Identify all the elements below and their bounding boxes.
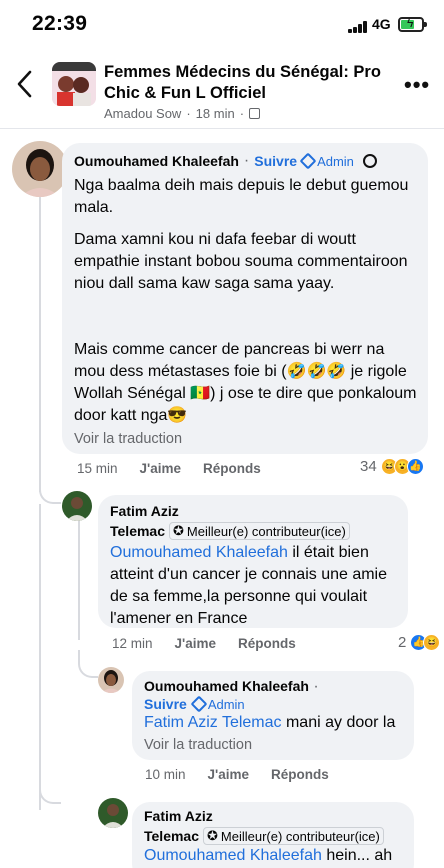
- group-avatar[interactable]: [52, 62, 96, 106]
- more-icon: •••: [404, 72, 431, 97]
- comment-bubble: Fatim Aziz Telemac ✪ Meilleur(e) contrib…: [132, 802, 414, 868]
- contributor-badge: ✪ Meilleur(e) contributeur(ice): [169, 522, 350, 540]
- reaction-summary[interactable]: 2 👍 😆: [398, 634, 441, 651]
- more-button[interactable]: •••: [404, 72, 430, 98]
- comment-author[interactable]: Fatim Aziz: [110, 503, 179, 519]
- comment-header: Oumouhamed Khaleefah ·: [144, 678, 319, 695]
- comment-bubble: Fatim Aziz Telemac ✪ Meilleur(e) contrib…: [98, 495, 408, 628]
- comment-author[interactable]: Fatim Aziz: [144, 808, 213, 824]
- reply-button[interactable]: Réponds: [238, 636, 296, 651]
- avatar[interactable]: [98, 667, 124, 693]
- comment-actions: 10 min J'aime Réponds: [145, 767, 329, 782]
- like-button[interactable]: J'aime: [175, 636, 217, 651]
- post-header: Femmes Médecins du Sénégal: Pro Chic & F…: [0, 56, 444, 128]
- comment-text: Nga baalma deih mais depuis le debut gue…: [74, 177, 409, 216]
- chevron-left-icon: [17, 70, 32, 98]
- comment-time: 12 min: [112, 636, 153, 651]
- like-button[interactable]: J'aime: [140, 461, 182, 476]
- reaction-summary[interactable]: 34 😆 😮 👍: [360, 458, 424, 475]
- follow-button[interactable]: Suivre: [254, 153, 297, 169]
- post-author[interactable]: Amadou Sow: [104, 106, 181, 121]
- back-button[interactable]: [14, 66, 36, 102]
- divider: [0, 128, 444, 129]
- badge-icon: ✪: [207, 828, 218, 843]
- thread-line: [78, 650, 98, 678]
- comment-text: Mais comme cancer de pancreas bi werr na…: [74, 341, 417, 424]
- comment-author[interactable]: Telemac: [144, 828, 199, 844]
- thread-line: [78, 520, 80, 640]
- reaction-count: 34: [360, 458, 377, 475]
- network-label: 4G: [372, 16, 391, 32]
- group-title[interactable]: Femmes Médecins du Sénégal: Pro Chic & F…: [104, 62, 384, 104]
- comment-author[interactable]: Oumouhamed Khaleefah: [144, 678, 309, 694]
- avatar[interactable]: [98, 798, 128, 828]
- comment-bubble: Oumouhamed Khaleefah · Suivre Admin Nga …: [62, 143, 428, 454]
- comment-actions: 12 min J'aime Réponds: [112, 636, 296, 651]
- thread-line: [39, 196, 41, 492]
- comment-time: 10 min: [145, 767, 186, 782]
- haha-icon: 😆: [423, 634, 441, 651]
- see-translation-link[interactable]: Voir la traduction: [74, 431, 182, 447]
- see-translation-link[interactable]: Voir la traduction: [144, 737, 252, 753]
- like-icon: 👍: [406, 458, 424, 475]
- avatar[interactable]: [62, 491, 92, 521]
- like-button[interactable]: J'aime: [208, 767, 250, 782]
- thread-line: [39, 504, 61, 810]
- comment-text: Fatim Aziz Telemac mani ay door la: [144, 714, 396, 731]
- comment-time: 15 min: [77, 461, 118, 476]
- status-bar: 22:39 4G ϟ: [0, 0, 444, 52]
- mention-link[interactable]: Oumouhamed Khaleefah: [144, 847, 322, 864]
- comment-author-row: Telemac ✪ Meilleur(e) contributeur(ice): [144, 827, 384, 845]
- shield-icon: [299, 152, 317, 170]
- profile-icon: [362, 154, 377, 168]
- status-time: 22:39: [32, 12, 88, 35]
- audience-icon: [249, 108, 261, 119]
- reply-button[interactable]: Réponds: [203, 461, 261, 476]
- comment-text: Oumouhamed Khaleefah il était bien attei…: [110, 544, 388, 627]
- reaction-count: 2: [398, 634, 407, 651]
- follow-button[interactable]: Suivre: [144, 696, 187, 712]
- mention-link[interactable]: Oumouhamed Khaleefah: [110, 544, 288, 561]
- admin-badge: Admin: [299, 152, 354, 170]
- thread-line: [39, 470, 61, 504]
- contributor-badge: ✪ Meilleur(e) contributeur(ice): [203, 827, 384, 845]
- comment-bubble: Oumouhamed Khaleefah · Suivre Admin Fati…: [132, 671, 414, 760]
- signal-icon: [348, 21, 370, 33]
- comment-actions: 15 min J'aime Réponds: [77, 461, 261, 476]
- post-meta: Amadou Sow · 18 min ·: [104, 106, 261, 121]
- comment-author-row: Telemac ✪ Meilleur(e) contributeur(ice): [110, 522, 350, 540]
- comment-text: Dama xamni kou ni dafa feebar di woutt e…: [74, 231, 408, 292]
- admin-badge: Admin: [190, 695, 245, 713]
- mention-link[interactable]: Fatim Aziz Telemac: [144, 714, 282, 731]
- badge-icon: ✪: [173, 523, 184, 538]
- post-time: 18 min: [195, 106, 235, 121]
- comment-author[interactable]: Telemac: [110, 523, 165, 539]
- comment-author[interactable]: Oumouhamed Khaleefah: [74, 153, 239, 169]
- comment-header: Suivre Admin: [144, 695, 245, 713]
- shield-icon: [190, 695, 208, 713]
- avatar[interactable]: [12, 141, 68, 197]
- battery-icon: ϟ: [398, 16, 427, 32]
- comment-header: Oumouhamed Khaleefah · Suivre Admin: [74, 152, 377, 170]
- comment-text: Oumouhamed Khaleefah hein... ah: [144, 847, 393, 864]
- reply-button[interactable]: Réponds: [271, 767, 329, 782]
